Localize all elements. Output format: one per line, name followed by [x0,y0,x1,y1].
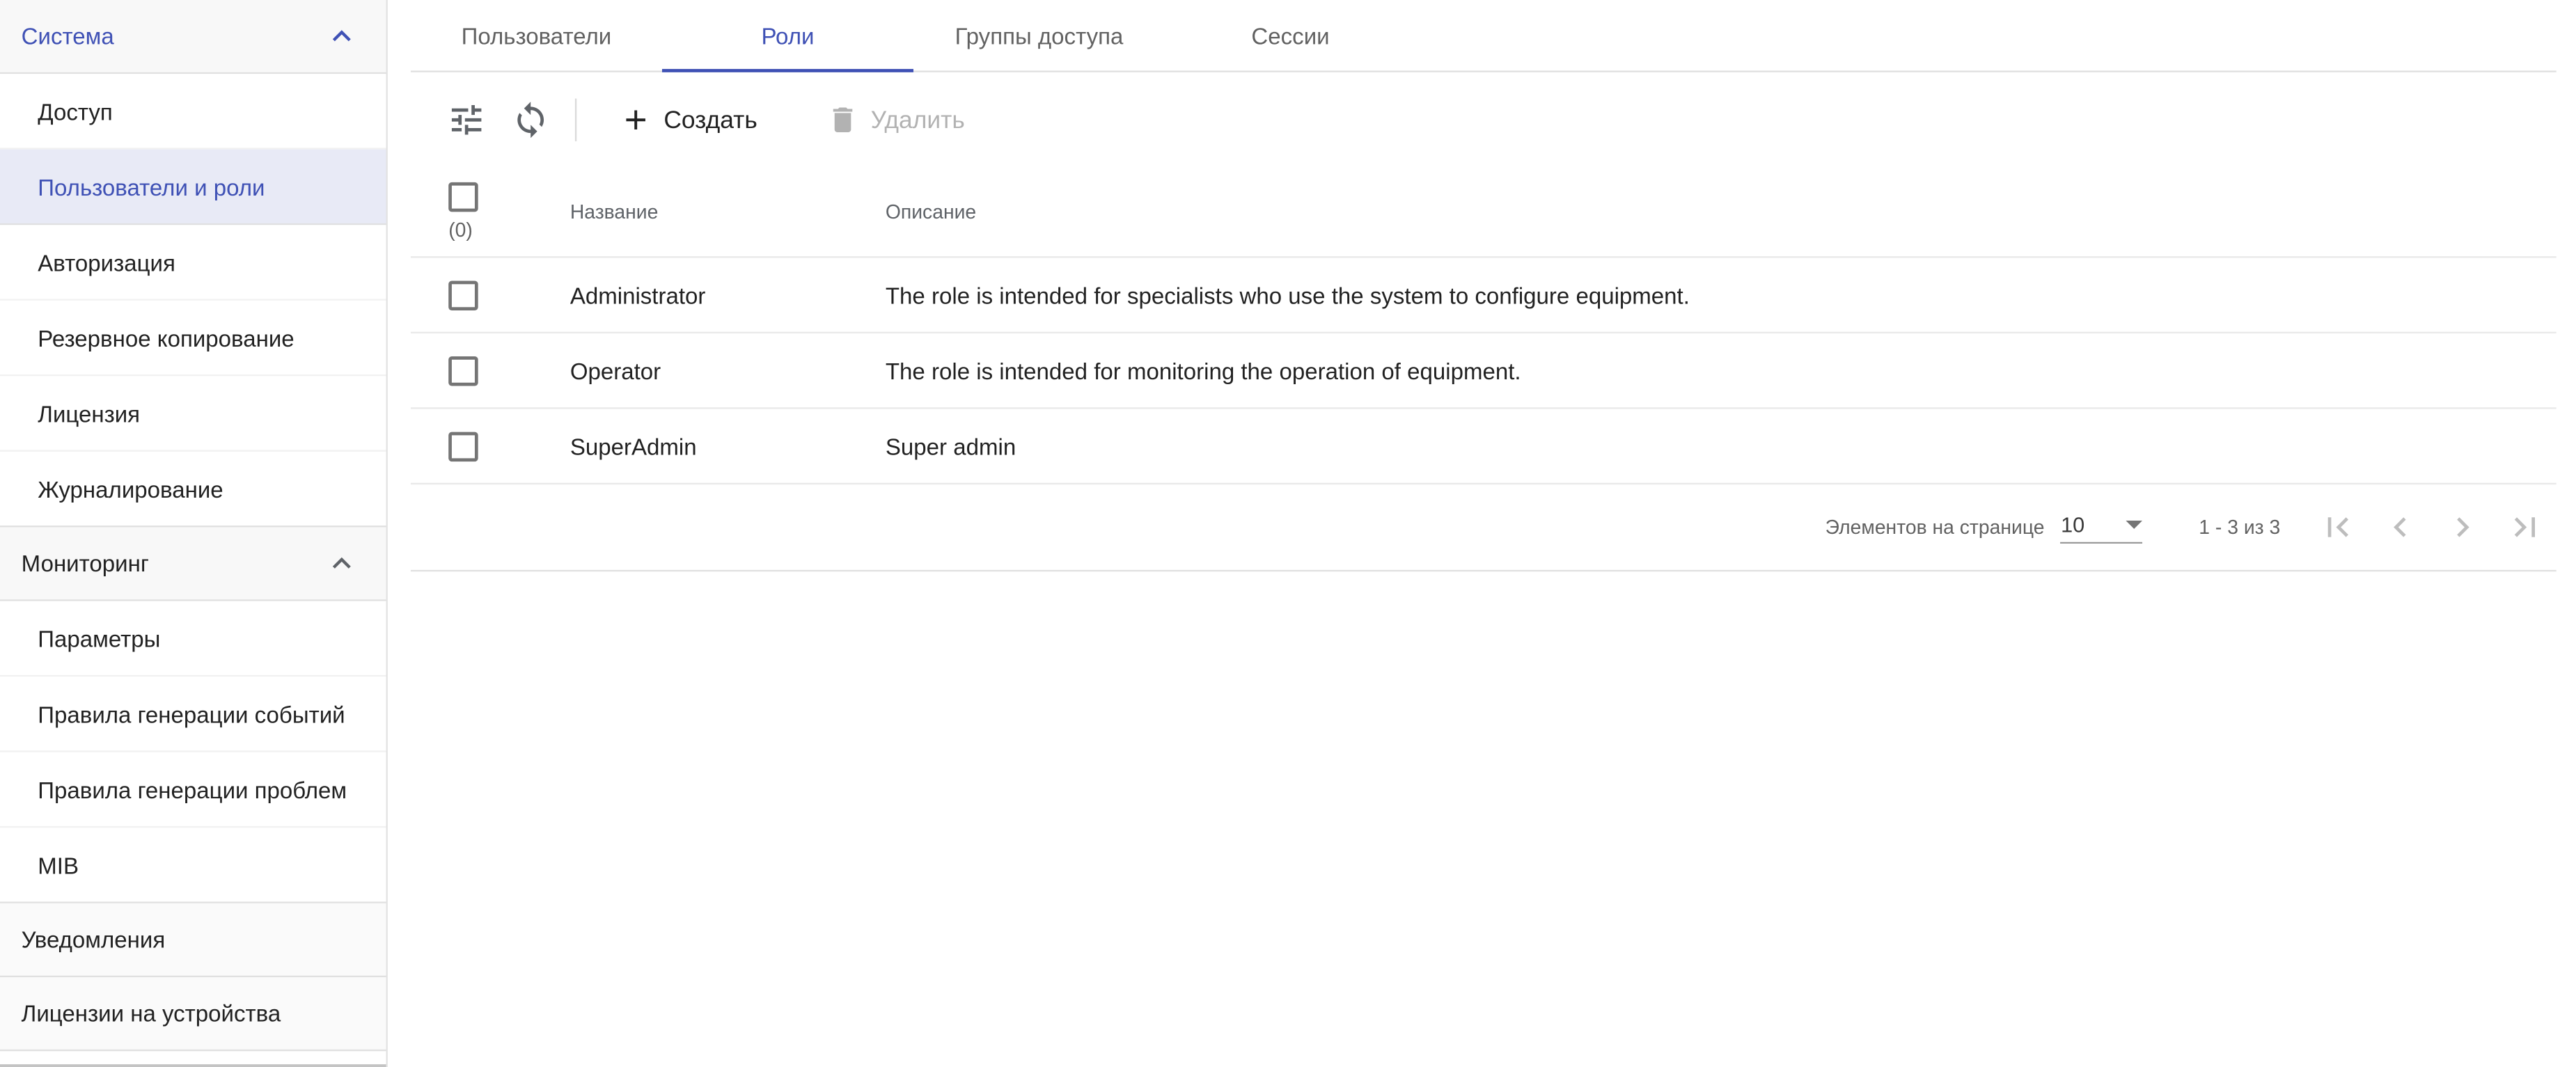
filter-button[interactable] [447,100,487,140]
tab-access-groups[interactable]: Группы доступа [913,0,1165,70]
sidebar-item-parameters[interactable]: Параметры [0,601,386,677]
page-size-value: 10 [2061,512,2084,536]
last-page-icon [2506,507,2545,547]
sidebar-item-authorization[interactable]: Авторизация [0,225,386,301]
sidebar: Система Доступ Пользователи и роли Автор… [0,0,388,1067]
pager-nav [2307,494,2557,560]
sidebar-item-problem-rules[interactable]: Правила генерации проблем [0,752,386,828]
chevron-up-icon [324,18,360,54]
sidebar-group-device-licenses-label: Лицензии на устройства [22,1000,281,1027]
create-button-label: Создать [663,106,757,134]
column-header-name[interactable]: Название [570,168,886,256]
table-row[interactable]: SuperAdmin Super admin [411,409,2557,485]
role-name: Administrator [570,258,886,331]
row-checkbox-cell [411,409,570,483]
row-checkbox-cell [411,258,570,331]
sidebar-item-label: Лицензия [38,400,140,427]
sidebar-item-label: Журналирование [38,475,223,502]
sidebar-group-system-label: Система [22,23,114,49]
refresh-icon [511,100,551,140]
sidebar-item-label: Резервное копирование [38,324,294,351]
sidebar-item-label: Доступ [38,97,113,124]
table-header-row: (0) Название Описание [411,168,2557,258]
trash-icon [826,104,859,136]
sidebar-item-label: Правила генерации проблем [38,776,347,803]
tab-label: Группы доступа [955,22,1124,49]
toolbar: Создать Удалить [411,72,2557,168]
sidebar-group-device-licenses[interactable]: Лицензии на устройства [0,977,386,1051]
paginator: Элементов на странице 10 1 - 3 из 3 [411,484,2557,571]
role-description: The role is intended for monitoring the … [886,333,2557,407]
role-description: Super admin [886,409,2557,483]
last-page-button[interactable] [2494,494,2557,560]
sidebar-group-monitoring[interactable]: Мониторинг [0,527,386,601]
filter-icon [447,100,487,140]
column-header-description[interactable]: Описание [886,168,2557,256]
first-page-icon [2318,507,2358,547]
toolbar-divider [575,99,576,141]
sidebar-item-label: Авторизация [38,248,175,275]
next-page-button[interactable] [2431,494,2494,560]
sidebar-item-license[interactable]: Лицензия [0,376,386,452]
selection-count: (0) [448,219,473,242]
chevron-right-icon [2443,507,2483,547]
row-checkbox-cell [411,333,570,407]
sidebar-group-notifications-label: Уведомления [22,926,166,953]
tab-roles[interactable]: Роли [662,0,913,70]
sidebar-item-logging[interactable]: Журналирование [0,452,386,528]
sidebar-item-users-roles[interactable]: Пользователи и роли [0,150,386,226]
sidebar-item-label: Правила генерации событий [38,700,345,727]
caret-down-icon [2126,520,2143,528]
tab-sessions[interactable]: Сессии [1165,0,1416,70]
delete-button-label: Удалить [871,106,965,134]
table-row[interactable]: Operator The role is intended for monito… [411,333,2557,409]
sidebar-item-backup[interactable]: Резервное копирование [0,301,386,377]
role-name: Operator [570,333,886,407]
sidebar-item-event-rules[interactable]: Правила генерации событий [0,677,386,752]
app-window: Система Доступ Пользователи и роли Автор… [0,0,2576,1067]
row-checkbox[interactable] [448,356,478,385]
sidebar-cutoff-divider [0,1064,386,1067]
tab-users[interactable]: Пользователи [411,0,662,70]
row-checkbox[interactable] [448,431,478,460]
tab-bar: Пользователи Роли Группы доступа Сессии [411,0,2557,72]
sidebar-item-access[interactable]: Доступ [0,74,386,150]
row-checkbox[interactable] [448,280,478,309]
tab-label: Сессии [1251,22,1329,49]
page-size-select[interactable]: 10 [2061,512,2143,543]
sidebar-group-monitoring-label: Мониторинг [22,550,149,576]
tab-label: Роли [761,22,814,49]
sidebar-group-system[interactable]: Система [0,0,386,74]
create-button[interactable]: Создать [620,104,757,136]
sidebar-item-label: Пользователи и роли [38,173,265,200]
role-description: The role is intended for specialists who… [886,258,2557,331]
chevron-up-icon [324,545,360,581]
previous-page-button[interactable] [2369,494,2432,560]
delete-button[interactable]: Удалить [826,104,965,136]
table-row[interactable]: Administrator The role is intended for s… [411,258,2557,333]
page-range-label: 1 - 3 из 3 [2199,516,2280,539]
chevron-left-icon [2380,507,2420,547]
sidebar-group-notifications[interactable]: Уведомления [0,903,386,977]
main-content: Пользователи Роли Группы доступа Сессии [388,0,2576,1067]
sidebar-item-label: Параметры [38,625,160,651]
sidebar-item-mib[interactable]: MIB [0,828,386,903]
role-name: SuperAdmin [570,409,886,483]
first-page-button[interactable] [2307,494,2369,560]
items-per-page-label: Элементов на странице [1825,516,2045,539]
plus-icon [620,104,652,136]
tab-label: Пользователи [462,22,612,49]
refresh-button[interactable] [511,100,551,140]
select-all-checkbox[interactable] [448,182,478,212]
select-all-cell: (0) [411,168,570,256]
sidebar-item-label: MIB [38,852,79,878]
